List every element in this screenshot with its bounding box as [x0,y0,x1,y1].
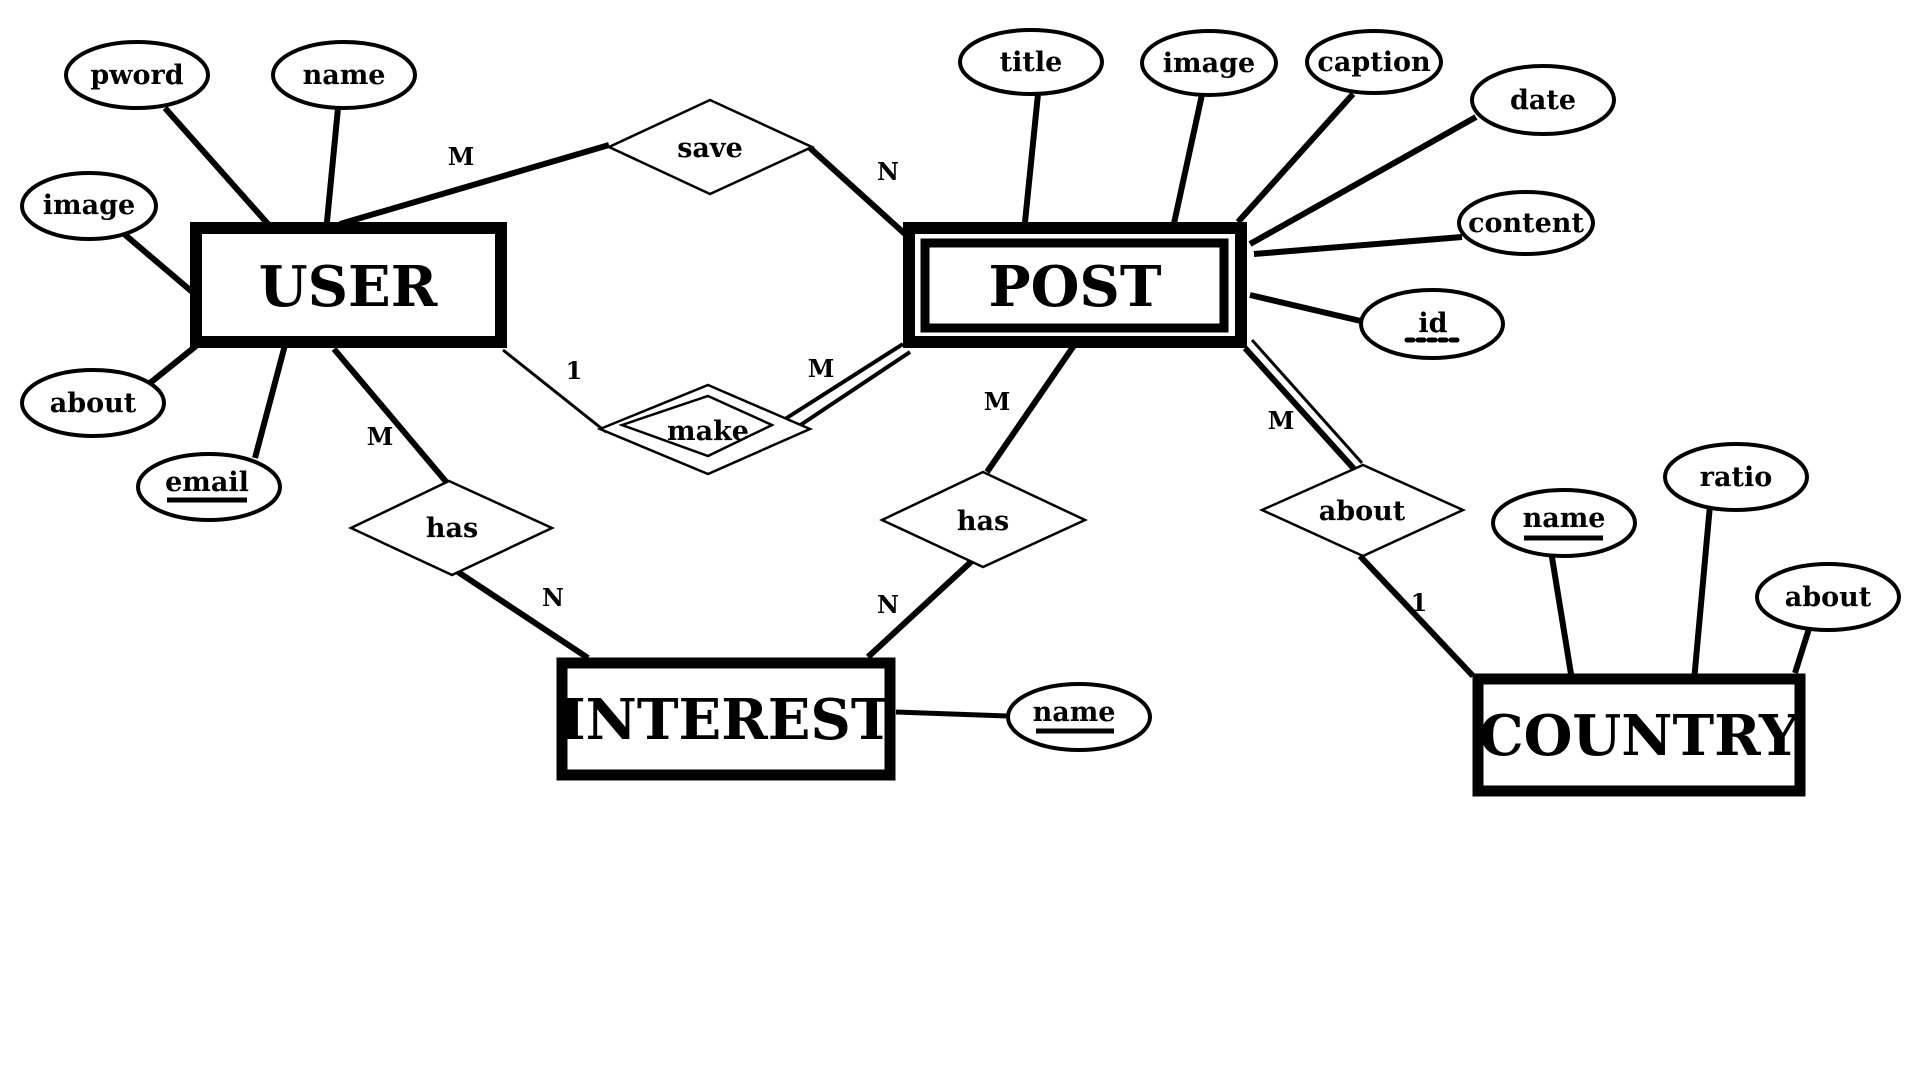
entity-post-label: POST [988,254,1161,320]
attribute-post-date-label: date [1510,85,1576,116]
line-post-content [1253,234,1463,257]
attribute-country-name-label: name [1523,503,1606,534]
cardinality-post-has-interest: N [877,590,899,619]
connectors [121,89,1816,719]
cardinality-user-has-interest: N [542,583,564,612]
entity-post[interactable]: POST [903,222,1247,348]
line-user-email [252,344,288,459]
attribute-post-image-label: image [1163,48,1255,79]
attribute-user-pword[interactable]: pword [64,40,210,110]
relationship-user-has[interactable]: has [348,479,555,577]
cardinality-labels: M N 1 M M N M N M 1 [367,142,1428,619]
attribute-country-name[interactable]: name [1491,488,1637,558]
line-user-image [121,230,199,299]
cardinality-save-user: M [448,142,475,171]
cardinality-post-has-post: M [984,387,1011,416]
attribute-user-name-label: name [303,60,386,91]
line-country-ratio [1691,504,1713,682]
line-post-about-b [1250,339,1364,464]
attribute-post-title-label: title [1000,47,1063,78]
attribute-user-image[interactable]: image [20,171,158,241]
cardinality-save-post: N [877,157,899,186]
line-post-caption [1235,91,1356,225]
line-post-about-a [1242,345,1358,473]
entity-country-label: COUNTRY [1479,703,1800,769]
line-post-title [1021,93,1041,233]
attribute-user-image-label: image [43,190,135,221]
line-interest-name [895,709,1008,719]
relationship-about[interactable]: about [1258,463,1467,558]
attribute-post-title[interactable]: title [958,28,1104,96]
entity-country[interactable]: COUNTRY [1472,673,1806,797]
relationship-post-has[interactable]: has [879,470,1088,569]
line-user-has [331,347,451,486]
relationship-make-label: make [667,416,749,447]
entity-interest-label: INTEREST [559,687,892,753]
relationship-user-has-label: has [426,513,478,544]
cardinality-make-user: 1 [566,356,583,385]
entity-user-label: USER [259,254,438,320]
attribute-user-pword-label: pword [90,60,183,91]
cardinality-about-country: 1 [1411,588,1428,617]
attribute-user-about-label: about [50,388,137,419]
relationship-save-label: save [677,133,743,164]
attribute-country-ratio-label: ratio [1700,462,1772,493]
line-post-id [1249,292,1366,325]
attribute-country-about-label: about [1785,582,1872,613]
relationship-about-label: about [1319,496,1406,527]
line-user-name [323,107,341,233]
line-has-interest [453,567,590,661]
attribute-user-email[interactable]: email [136,452,282,522]
attribute-post-id-label: id [1418,308,1447,339]
attribute-post-image[interactable]: image [1140,29,1278,97]
line-user-pword [162,106,271,226]
relationship-save[interactable]: save [606,98,815,196]
attribute-user-about[interactable]: about [20,368,166,438]
line-post-image [1170,89,1206,229]
attribute-post-content[interactable]: content [1457,190,1595,256]
attribute-country-about[interactable]: about [1755,562,1901,632]
attribute-post-id[interactable]: id [1359,288,1505,360]
attribute-interest-name[interactable]: name [1006,682,1152,752]
entity-interest[interactable]: INTEREST [556,657,896,781]
attribute-interest-name-label: name [1033,697,1116,728]
attribute-post-caption[interactable]: caption [1305,29,1443,95]
cardinality-make-post: M [808,354,835,383]
attribute-post-date[interactable]: date [1470,64,1616,136]
attribute-country-ratio[interactable]: ratio [1663,442,1809,512]
attribute-post-content-label: content [1468,208,1584,239]
cardinality-about-post: M [1268,406,1295,435]
line-user-save [339,142,610,227]
entity-user[interactable]: USER [190,222,507,348]
line-country-name [1547,544,1574,675]
cardinality-user-has-user: M [367,422,394,451]
line-make-post-a [780,342,905,423]
relationship-make[interactable]: make [596,383,814,476]
attribute-post-caption-label: caption [1317,47,1431,78]
line-user-about [148,343,198,386]
attribute-user-email-label: email [165,467,249,498]
relationship-post-has-label: has [957,506,1009,537]
line-post-date [1248,114,1478,247]
er-diagram: USER POST INTEREST COUNTRY save make has… [20,28,1901,797]
attribute-user-name[interactable]: name [271,40,417,110]
line-user-make [502,348,607,434]
